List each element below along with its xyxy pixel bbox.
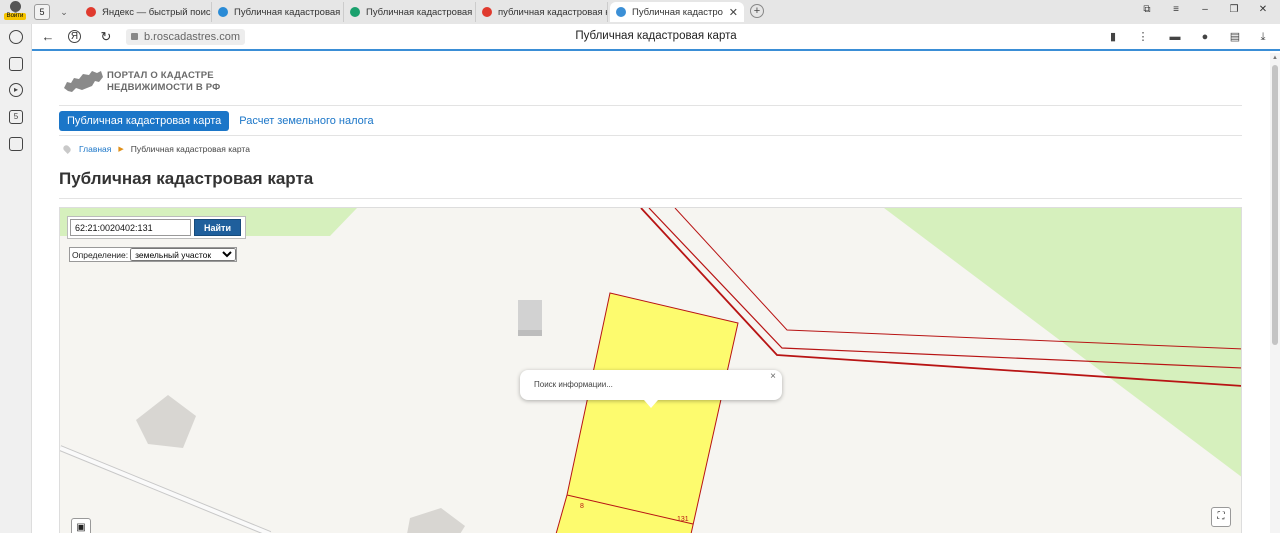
browser-tab[interactable]: Яндекс — быстрый поиск xyxy=(80,2,212,22)
counter-icon[interactable]: 5 xyxy=(9,110,23,124)
browser-tab[interactable]: публичная кадастровая карта xyxy=(476,2,608,22)
profile-label: Войти xyxy=(4,13,26,20)
site-logo[interactable]: ПОРТАЛ О КАДАСТРЕ НЕДВИЖИМОСТИ В РФ xyxy=(62,68,221,96)
divider xyxy=(59,105,1242,106)
find-button[interactable]: Найти xyxy=(194,219,241,236)
site-favicon-icon xyxy=(218,7,228,17)
logo-line-1: ПОРТАЛ О КАДАСТРЕ xyxy=(107,70,214,81)
page-title-center: Публичная кадастровая карта xyxy=(575,30,737,42)
fullscreen-icon[interactable]: ⛶ xyxy=(1211,507,1231,527)
site-favicon-icon xyxy=(616,7,626,17)
info-popup: Поиск информации... × xyxy=(520,370,782,408)
nav-land-tax[interactable]: Расчет земельного налога xyxy=(231,111,381,131)
definition-row: Определение: земельный участок xyxy=(69,247,238,262)
browser-sidebar: ▸ 5 xyxy=(0,24,32,533)
breadcrumb-current: Публичная кадастровая карта xyxy=(130,144,250,154)
close-icon[interactable]: × xyxy=(770,371,776,382)
screenshot-icon[interactable] xyxy=(9,137,23,151)
road xyxy=(60,446,271,533)
address-bar: ← Я ↻ b.roscadastres.com Публичная кадас… xyxy=(32,24,1280,51)
definition-select[interactable]: земельный участок xyxy=(130,248,237,261)
user-icon xyxy=(9,1,21,12)
cadastral-map[interactable]: 8 131 Найти Определение: земельный участ… xyxy=(59,207,1242,533)
building xyxy=(407,508,465,533)
tab-count-badge[interactable]: 5 xyxy=(34,4,50,20)
bookmark-icon[interactable]: ▮ xyxy=(1106,30,1120,44)
tab-title: публичная кадастровая карта xyxy=(498,6,607,18)
browser-tab[interactable]: Публичная кадастровая карта xyxy=(344,2,476,22)
restore-icon[interactable]: ❐ xyxy=(1227,4,1241,15)
page-heading: Публичная кадастровая карта xyxy=(59,169,314,188)
russia-map-icon xyxy=(64,71,103,92)
chevron-down-icon[interactable]: ⌄ xyxy=(56,4,72,20)
new-tab-button[interactable]: + xyxy=(750,4,764,18)
site-favicon-icon xyxy=(350,7,360,17)
site-nav: Публичная кадастровая карта Расчет земел… xyxy=(59,111,382,131)
tab-title: Публичная кадастровая карта xyxy=(234,6,343,18)
tab-title: Публичная кадастровая карта xyxy=(366,6,475,18)
tabs-panel-icon[interactable]: ⧉ xyxy=(1140,4,1154,15)
history-icon[interactable] xyxy=(9,30,23,44)
menu-icon[interactable]: ≡ xyxy=(1169,4,1183,15)
location-pin-icon xyxy=(62,144,72,154)
browser-tab[interactable]: Публичная кадастровая карта xyxy=(212,2,344,22)
cadastral-number-input[interactable] xyxy=(70,219,191,236)
popup-pointer xyxy=(644,400,658,408)
divider xyxy=(59,198,1242,199)
profile-button[interactable]: Войти xyxy=(4,1,26,23)
play-icon[interactable]: ▸ xyxy=(9,83,23,97)
parcel-label: 8 xyxy=(580,503,584,510)
scrollbar-thumb[interactable] xyxy=(1272,65,1278,345)
yandex-favicon-icon xyxy=(482,7,492,17)
cadastral-search: Найти xyxy=(67,216,246,239)
chevron-right-icon: ▶ xyxy=(118,146,124,153)
nav-public-map[interactable]: Публичная кадастровая карта xyxy=(59,111,230,131)
yandex-favicon-icon xyxy=(86,7,96,17)
tab-title: Яндекс — быстрый поиск xyxy=(102,6,212,18)
popup-message: Поиск информации... xyxy=(534,380,613,389)
breadcrumb-home[interactable]: Главная xyxy=(79,144,111,154)
extension-icon[interactable]: ▬ xyxy=(1168,30,1182,44)
breadcrumb: Главная ▶ Публичная кадастровая карта xyxy=(62,144,250,154)
layers-icon[interactable]: ▣ xyxy=(71,518,91,533)
scroll-up-icon[interactable]: ▲ xyxy=(1272,55,1278,61)
tab-title: Публичная кадастровая карта xyxy=(632,6,723,18)
logo-line-2: НЕДВИЖИМОСТИ В РФ xyxy=(107,82,221,93)
more-icon[interactable]: ⋮ xyxy=(1136,30,1150,44)
building xyxy=(136,395,196,448)
green-area xyxy=(884,208,1241,477)
parcel-label: 131 xyxy=(677,516,689,523)
collections-icon[interactable]: ▤ xyxy=(1228,30,1242,44)
alice-icon[interactable]: ● xyxy=(1198,30,1212,44)
browser-tab-active[interactable]: Публичная кадастровая карта ✕ xyxy=(610,2,744,22)
download-icon[interactable]: ⤓ xyxy=(1256,30,1270,44)
browser-tab-bar: Войти 5 ⌄ Яндекс — быстрый поиск Публичн… xyxy=(0,0,1280,24)
minimize-icon[interactable]: – xyxy=(1198,4,1212,15)
definition-label: Определение: xyxy=(72,249,129,260)
divider xyxy=(59,135,1242,136)
close-tab-icon[interactable]: ✕ xyxy=(729,6,738,19)
building-shadow xyxy=(518,330,542,336)
land-parcel[interactable] xyxy=(555,292,739,533)
close-window-icon[interactable]: ✕ xyxy=(1256,4,1270,15)
page-scrollbar[interactable]: ▲ xyxy=(1270,53,1280,533)
notes-icon[interactable] xyxy=(9,57,23,71)
